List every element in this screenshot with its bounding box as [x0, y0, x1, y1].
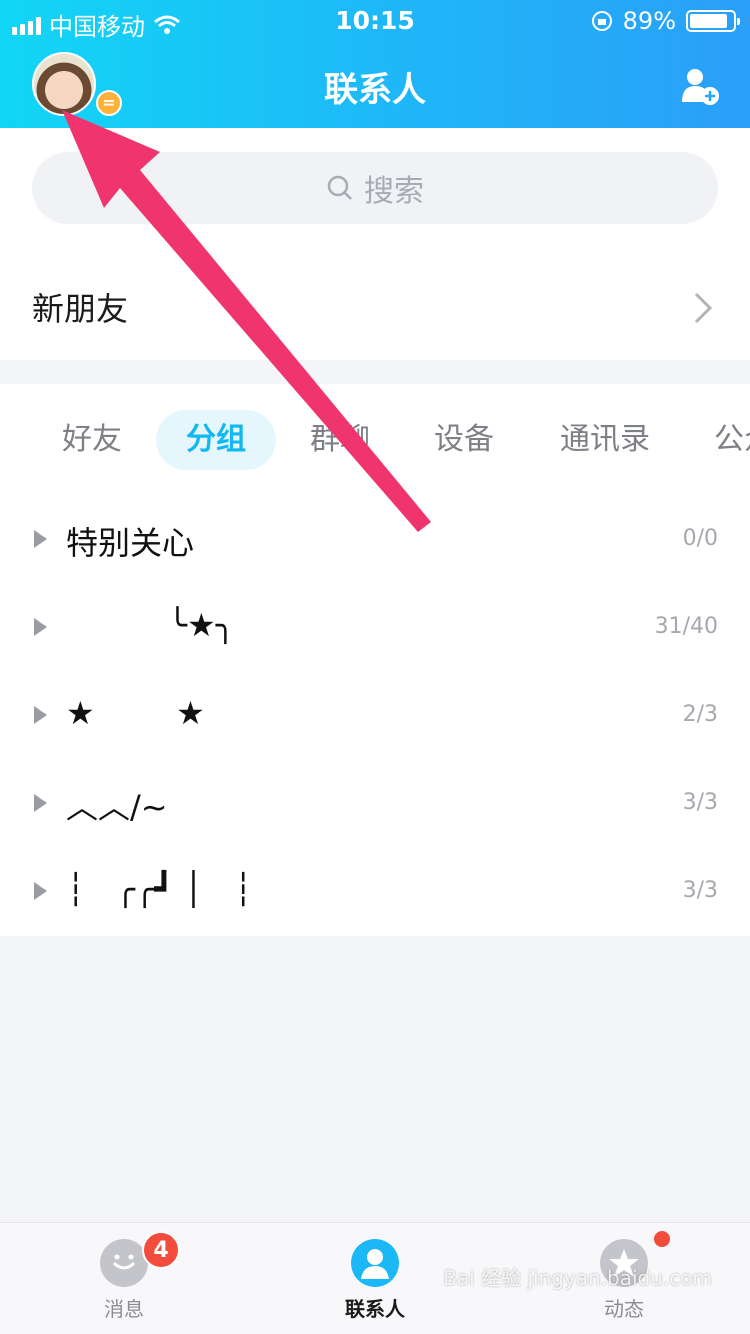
expand-triangle-icon [34, 794, 47, 812]
moments-notification-dot [654, 1231, 670, 1247]
group-name: ★ ★ [66, 694, 205, 732]
group-row[interactable]: 特别关心 0/0 [0, 496, 750, 584]
new-friends-label: 新朋友 [32, 290, 129, 328]
expand-triangle-icon [34, 618, 47, 636]
battery-icon [686, 10, 740, 32]
expand-triangle-icon [34, 706, 47, 724]
expand-triangle-icon [34, 882, 47, 900]
watermark: Bai 经验 jingyan.baidu.com [443, 1266, 712, 1290]
battery-percent: 89% [622, 7, 676, 35]
status-bar: 中国移动 10:15 89% [0, 0, 750, 41]
chevron-right-icon [694, 292, 713, 324]
tab-friends[interactable]: 好友 [32, 410, 152, 470]
tabbar-label: 联系人 [345, 1297, 405, 1321]
search-icon [327, 175, 352, 200]
group-row[interactable]: ╰★╮ 31/40 [0, 584, 750, 672]
group-name: 特别关心 [66, 524, 195, 562]
group-count: 0/0 [682, 526, 718, 551]
group-count: 31/40 [654, 614, 718, 639]
group-row[interactable]: ︿︿/~ 3/3 [0, 760, 750, 848]
tabbar-label: 消息 [104, 1297, 144, 1321]
page-title: 联系人 [324, 70, 426, 110]
contacts-icon [351, 1239, 399, 1287]
contacts-list: 好友 分组 群聊 设备 通讯录 公众号 特别关心 0/0 ╰★╮ 31/40 ★… [0, 384, 750, 936]
messages-badge: 4 [142, 1231, 180, 1269]
tab-groups[interactable]: 分组 [156, 410, 276, 470]
group-row[interactable]: ┆ ╭╭┛ │ ┆ 3/3 [0, 848, 750, 936]
search-section: 搜索 新朋友 [0, 128, 750, 360]
contact-tabs: 好友 分组 群聊 设备 通讯录 公众号 [0, 410, 750, 470]
group-count: 2/3 [682, 702, 718, 727]
tab-address-book[interactable]: 通讯录 [540, 410, 670, 470]
group-count: 3/3 [682, 790, 718, 815]
tabbar-contacts[interactable]: 联系人 [295, 1223, 455, 1334]
search-input[interactable]: 搜索 [32, 152, 718, 224]
top-bar: 中国移动 10:15 89% = 联系人 [0, 0, 750, 128]
search-placeholder: 搜索 [364, 174, 424, 209]
tab-group-chats[interactable]: 群聊 [280, 410, 400, 470]
new-friends-row[interactable]: 新朋友 [0, 258, 750, 360]
tab-devices[interactable]: 设备 [404, 410, 524, 470]
rotation-lock-icon [591, 11, 612, 31]
expand-triangle-icon [34, 530, 47, 548]
group-name: ╰★╮ [66, 606, 235, 644]
tabbar-messages[interactable]: 4 消息 [44, 1223, 204, 1334]
tabbar-label: 动态 [604, 1297, 644, 1321]
tab-official-accounts[interactable]: 公众号 [700, 410, 750, 470]
add-contact-icon[interactable] [680, 66, 720, 106]
group-count: 3/3 [682, 878, 718, 903]
group-name: ︿︿/~ [66, 788, 168, 826]
group-row[interactable]: ★ ★ 2/3 [0, 672, 750, 760]
group-name: ┆ ╭╭┛ │ ┆ [66, 870, 253, 908]
